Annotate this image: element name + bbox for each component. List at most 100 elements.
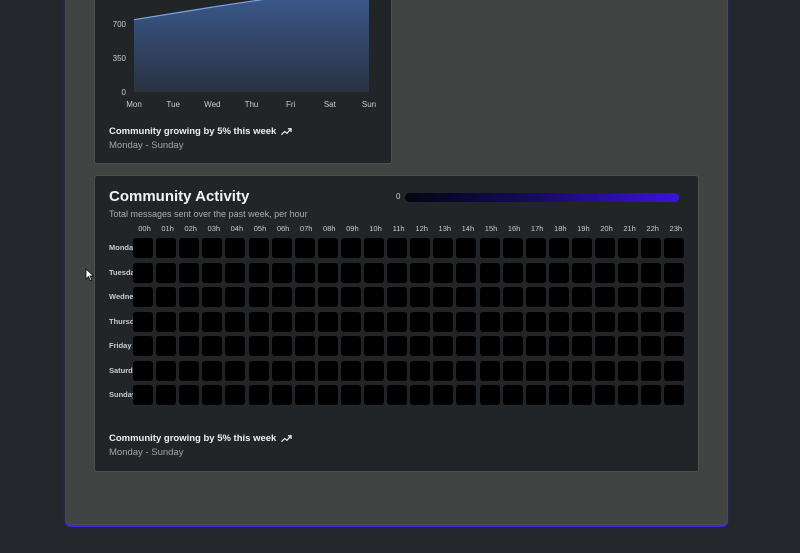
- heatmap-cell[interactable]: [202, 238, 223, 258]
- heatmap-cell[interactable]: [271, 360, 292, 381]
- heatmap-cell[interactable]: [179, 385, 200, 405]
- heatmap-cell[interactable]: [433, 360, 454, 381]
- heatmap-cell[interactable]: [317, 287, 338, 307]
- heatmap-cell[interactable]: [156, 336, 177, 356]
- heatmap-cell[interactable]: [456, 385, 477, 405]
- heatmap-cell[interactable]: [479, 360, 500, 381]
- heatmap-cell[interactable]: [248, 385, 269, 405]
- heatmap-cell[interactable]: [595, 311, 615, 332]
- heatmap-cell[interactable]: [294, 336, 315, 356]
- heatmap-cell[interactable]: [271, 238, 292, 258]
- heatmap-cell[interactable]: [156, 287, 177, 307]
- heatmap-cell[interactable]: [618, 262, 639, 283]
- heatmap-cell[interactable]: [456, 311, 477, 332]
- heatmap-cell[interactable]: [571, 238, 592, 258]
- heatmap-cell[interactable]: [317, 385, 338, 405]
- heatmap-cell[interactable]: [202, 262, 223, 283]
- heatmap-cell[interactable]: [664, 262, 685, 283]
- heatmap-cell[interactable]: [641, 336, 662, 356]
- heatmap-cell[interactable]: [340, 360, 361, 381]
- heatmap-cell[interactable]: [133, 385, 153, 405]
- heatmap-cell[interactable]: [548, 262, 569, 283]
- heatmap-cell[interactable]: [271, 262, 292, 283]
- heatmap-cell[interactable]: [548, 238, 569, 258]
- heatmap-cell[interactable]: [456, 238, 477, 258]
- heatmap-cell[interactable]: [456, 287, 477, 307]
- heatmap-cell[interactable]: [248, 262, 269, 283]
- heatmap-cell[interactable]: [664, 311, 685, 332]
- heatmap-cell[interactable]: [618, 238, 639, 258]
- heatmap-cell[interactable]: [387, 311, 408, 332]
- heatmap-cell[interactable]: [179, 360, 200, 381]
- heatmap-cell[interactable]: [502, 336, 523, 356]
- heatmap-cell[interactable]: [364, 311, 384, 332]
- heatmap-cell[interactable]: [133, 238, 153, 258]
- heatmap-cell[interactable]: [340, 238, 361, 258]
- heatmap-cell[interactable]: [294, 262, 315, 283]
- heatmap-cell[interactable]: [525, 336, 546, 356]
- heatmap-cell[interactable]: [595, 336, 615, 356]
- heatmap-cell[interactable]: [248, 238, 269, 258]
- heatmap-cell[interactable]: [317, 238, 338, 258]
- heatmap-cell[interactable]: [502, 385, 523, 405]
- heatmap-cell[interactable]: [548, 385, 569, 405]
- heatmap-cell[interactable]: [571, 385, 592, 405]
- heatmap-cell[interactable]: [271, 336, 292, 356]
- heatmap-cell[interactable]: [317, 360, 338, 381]
- heatmap-cell[interactable]: [548, 311, 569, 332]
- heatmap-cell[interactable]: [456, 262, 477, 283]
- heatmap-cell[interactable]: [571, 360, 592, 381]
- heatmap-cell[interactable]: [202, 311, 223, 332]
- heatmap-cell[interactable]: [248, 336, 269, 356]
- heatmap-cell[interactable]: [340, 311, 361, 332]
- heatmap-cell[interactable]: [595, 385, 615, 405]
- heatmap-cell[interactable]: [202, 336, 223, 356]
- heatmap-cell[interactable]: [641, 360, 662, 381]
- heatmap-cell[interactable]: [410, 262, 431, 283]
- heatmap-cell[interactable]: [179, 311, 200, 332]
- heatmap-cell[interactable]: [548, 336, 569, 356]
- heatmap-cell[interactable]: [294, 238, 315, 258]
- heatmap-cell[interactable]: [664, 385, 685, 405]
- heatmap-cell[interactable]: [641, 311, 662, 332]
- heatmap-cell[interactable]: [340, 336, 361, 356]
- heatmap-cell[interactable]: [225, 311, 246, 332]
- heatmap-cell[interactable]: [664, 238, 685, 258]
- heatmap-cell[interactable]: [133, 262, 153, 283]
- heatmap-cell[interactable]: [502, 287, 523, 307]
- heatmap-cell[interactable]: [179, 287, 200, 307]
- heatmap-cell[interactable]: [202, 360, 223, 381]
- heatmap-cell[interactable]: [133, 336, 153, 356]
- heatmap-cell[interactable]: [133, 360, 153, 381]
- heatmap-cell[interactable]: [156, 238, 177, 258]
- heatmap-cell[interactable]: [595, 262, 615, 283]
- heatmap-cell[interactable]: [502, 311, 523, 332]
- heatmap-cell[interactable]: [664, 360, 685, 381]
- heatmap-cell[interactable]: [502, 262, 523, 283]
- heatmap-cell[interactable]: [364, 287, 384, 307]
- heatmap-cell[interactable]: [525, 311, 546, 332]
- heatmap-cell[interactable]: [364, 238, 384, 258]
- heatmap-cell[interactable]: [179, 262, 200, 283]
- heatmap-cell[interactable]: [294, 311, 315, 332]
- heatmap-cell[interactable]: [156, 385, 177, 405]
- heatmap-cell[interactable]: [225, 262, 246, 283]
- heatmap-cell[interactable]: [340, 385, 361, 405]
- heatmap-cell[interactable]: [548, 287, 569, 307]
- heatmap-cell[interactable]: [387, 287, 408, 307]
- heatmap-cell[interactable]: [548, 360, 569, 381]
- heatmap-cell[interactable]: [433, 385, 454, 405]
- heatmap-cell[interactable]: [525, 360, 546, 381]
- heatmap-cell[interactable]: [641, 287, 662, 307]
- heatmap-cell[interactable]: [479, 287, 500, 307]
- heatmap-cell[interactable]: [202, 287, 223, 307]
- heatmap-cell[interactable]: [364, 385, 384, 405]
- heatmap-cell[interactable]: [618, 360, 639, 381]
- heatmap-cell[interactable]: [317, 262, 338, 283]
- heatmap-cell[interactable]: [225, 287, 246, 307]
- heatmap-cell[interactable]: [133, 287, 153, 307]
- heatmap-cell[interactable]: [618, 311, 639, 332]
- heatmap-cell[interactable]: [387, 385, 408, 405]
- heatmap-cell[interactable]: [641, 385, 662, 405]
- heatmap-cell[interactable]: [571, 287, 592, 307]
